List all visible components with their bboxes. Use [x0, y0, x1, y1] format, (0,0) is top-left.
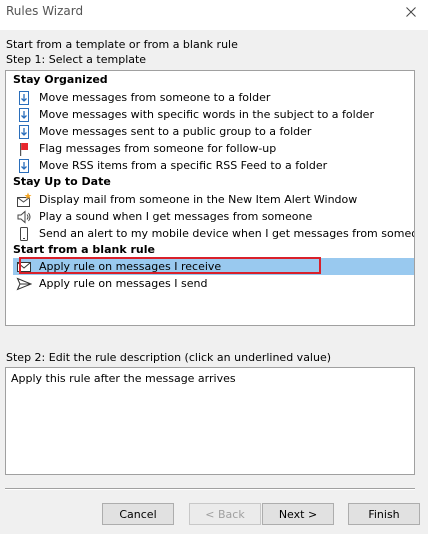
rule-description-text: Apply this rule after the message arrive…: [11, 372, 236, 385]
template-label: Apply rule on messages I receive: [39, 260, 222, 273]
mobile-phone-icon: [16, 226, 32, 242]
move-to-folder-icon: [16, 107, 32, 123]
template-mobile-alert[interactable]: Send an alert to my mobile device when I…: [16, 225, 415, 242]
template-new-item-alert[interactable]: Display mail from someone in the New Ite…: [16, 191, 357, 208]
send-icon: [16, 276, 32, 292]
template-label: Move messages sent to a public group to …: [39, 125, 312, 138]
template-move-rss[interactable]: Move RSS items from a specific RSS Feed …: [16, 157, 327, 174]
template-label: Flag messages from someone for follow-up: [39, 142, 277, 155]
close-button[interactable]: [394, 0, 428, 24]
envelope-icon: [16, 259, 32, 275]
new-item-alert-icon: [16, 192, 32, 208]
step1-label: Step 1: Select a template: [6, 53, 147, 66]
next-button[interactable]: Next >: [262, 503, 334, 525]
close-icon: [406, 7, 416, 17]
template-move-from-someone[interactable]: Move messages from someone to a folder: [16, 89, 270, 106]
cancel-button[interactable]: Cancel: [102, 503, 174, 525]
template-label: Display mail from someone in the New Ite…: [39, 193, 358, 206]
group-header-stay-up-to-date: Stay Up to Date: [13, 175, 111, 188]
move-to-folder-icon: [16, 158, 32, 174]
window-title: Rules Wizard: [6, 4, 84, 18]
template-apply-on-receive[interactable]: Apply rule on messages I receive: [13, 258, 414, 275]
step2-label: Step 2: Edit the rule description (click…: [6, 351, 332, 364]
speaker-icon: [16, 209, 32, 225]
template-move-public-group[interactable]: Move messages sent to a public group to …: [16, 123, 311, 140]
title-bar: Rules Wizard: [0, 0, 428, 30]
template-label: Move messages with specific words in the…: [39, 108, 374, 121]
template-flag-followup[interactable]: Flag messages from someone for follow-up: [16, 140, 276, 157]
template-apply-on-send[interactable]: Apply rule on messages I send: [16, 275, 207, 292]
template-play-sound[interactable]: Play a sound when I get messages from so…: [16, 208, 312, 225]
move-to-folder-icon: [16, 124, 32, 140]
intro-text: Start from a template or from a blank ru…: [6, 38, 238, 51]
template-label: Play a sound when I get messages from so…: [39, 210, 313, 223]
group-header-stay-organized: Stay Organized: [13, 73, 108, 86]
template-label: Move RSS items from a specific RSS Feed …: [39, 159, 328, 172]
back-button[interactable]: < Back: [189, 503, 261, 525]
template-label: Send an alert to my mobile device when I…: [39, 227, 415, 240]
template-move-specific-words[interactable]: Move messages with specific words in the…: [16, 106, 374, 123]
group-header-blank-rule: Start from a blank rule: [13, 243, 155, 256]
template-list[interactable]: Stay Organized Move messages from someon…: [5, 70, 415, 326]
finish-button[interactable]: Finish: [348, 503, 420, 525]
move-to-folder-icon: [16, 90, 32, 106]
rule-description-box[interactable]: Apply this rule after the message arrive…: [5, 367, 415, 475]
template-label: Apply rule on messages I send: [39, 277, 208, 290]
template-label: Move messages from someone to a folder: [39, 91, 271, 104]
divider: [5, 488, 415, 490]
red-flag-icon: [16, 141, 32, 157]
